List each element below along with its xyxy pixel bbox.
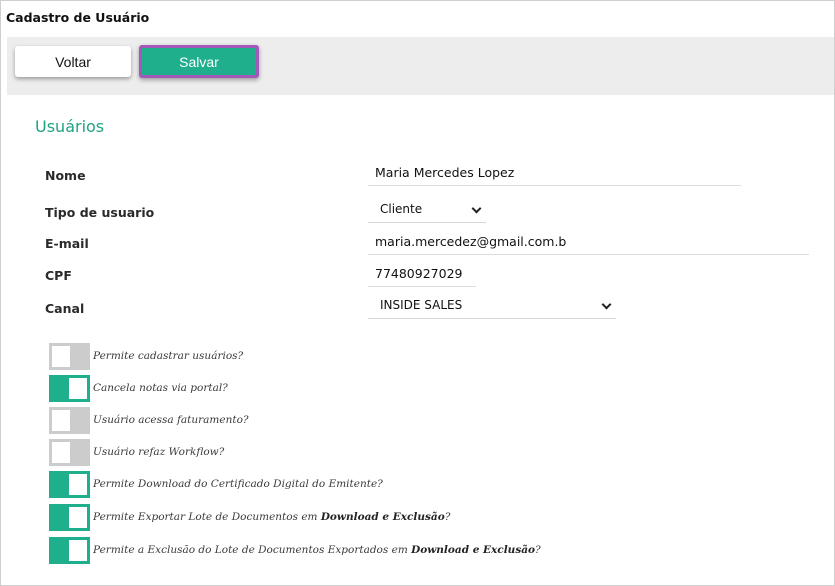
email-field[interactable]: maria.mercedez@gmail.com.b (368, 230, 809, 255)
permission-toggle[interactable] (49, 375, 90, 402)
window-frame: Cadastro de Usuário Voltar Salvar Usuári… (0, 0, 835, 586)
nome-label: Nome (45, 168, 86, 183)
tipo-usuario-label: Tipo de usuario (45, 205, 155, 220)
toggle-knob (52, 442, 70, 463)
permission-toggle[interactable] (49, 439, 90, 466)
permission-label: Cancela notas via portal? (93, 382, 228, 394)
nome-field[interactable]: Maria Mercedes Lopez (368, 161, 741, 186)
cpf-field[interactable]: 77480927029 (368, 262, 476, 287)
permission-toggle[interactable] (49, 471, 90, 498)
section-title: Usuários (35, 117, 105, 136)
toggle-knob (69, 474, 87, 495)
permission-label: Permite a Exclusão do Lote de Documentos… (93, 544, 541, 556)
permission-label: Permite Exportar Lote de Documentos em D… (93, 511, 450, 523)
toggle-knob (52, 346, 70, 367)
permission-label: Usuário refaz Workflow? (93, 446, 225, 458)
canal-select[interactable]: INSIDE SALES (368, 293, 616, 319)
permission-toggle[interactable] (49, 343, 90, 370)
canal-value: INSIDE SALES (380, 298, 463, 312)
toggle-knob (69, 540, 87, 561)
cpf-label: CPF (45, 268, 72, 283)
toggle-knob (69, 507, 87, 528)
permission-label-bold: Download e Exclusão (320, 511, 445, 523)
permission-label: Permite Download do Certificado Digital … (93, 478, 383, 490)
permission-label-text: Permite Exportar Lote de Documentos em (93, 511, 321, 523)
permission-label-bold: Download e Exclusão (411, 544, 536, 556)
permission-toggle[interactable] (49, 407, 90, 434)
toolbar: Voltar Salvar (7, 37, 834, 95)
permission-toggle[interactable] (49, 504, 90, 531)
tipo-usuario-value: Cliente (380, 202, 423, 216)
permission-label-suffix: ? (535, 544, 541, 556)
permission-toggle[interactable] (49, 537, 90, 564)
chevron-down-icon (601, 299, 612, 310)
canal-label: Canal (45, 301, 85, 316)
save-button[interactable]: Salvar (139, 45, 259, 78)
permission-label: Usuário acessa faturamento? (93, 414, 249, 426)
permission-label: Permite cadastrar usuários? (93, 350, 244, 362)
page-title: Cadastro de Usuário (6, 10, 150, 25)
toggle-knob (52, 410, 70, 431)
back-button[interactable]: Voltar (15, 46, 131, 77)
toggle-knob (69, 378, 87, 399)
permission-label-suffix: ? (444, 511, 451, 523)
email-label: E-mail (45, 236, 89, 251)
tipo-usuario-select[interactable]: Cliente (368, 197, 486, 223)
permission-label-text: Permite a Exclusão do Lote de Documentos… (93, 544, 412, 556)
chevron-down-icon (471, 203, 482, 214)
